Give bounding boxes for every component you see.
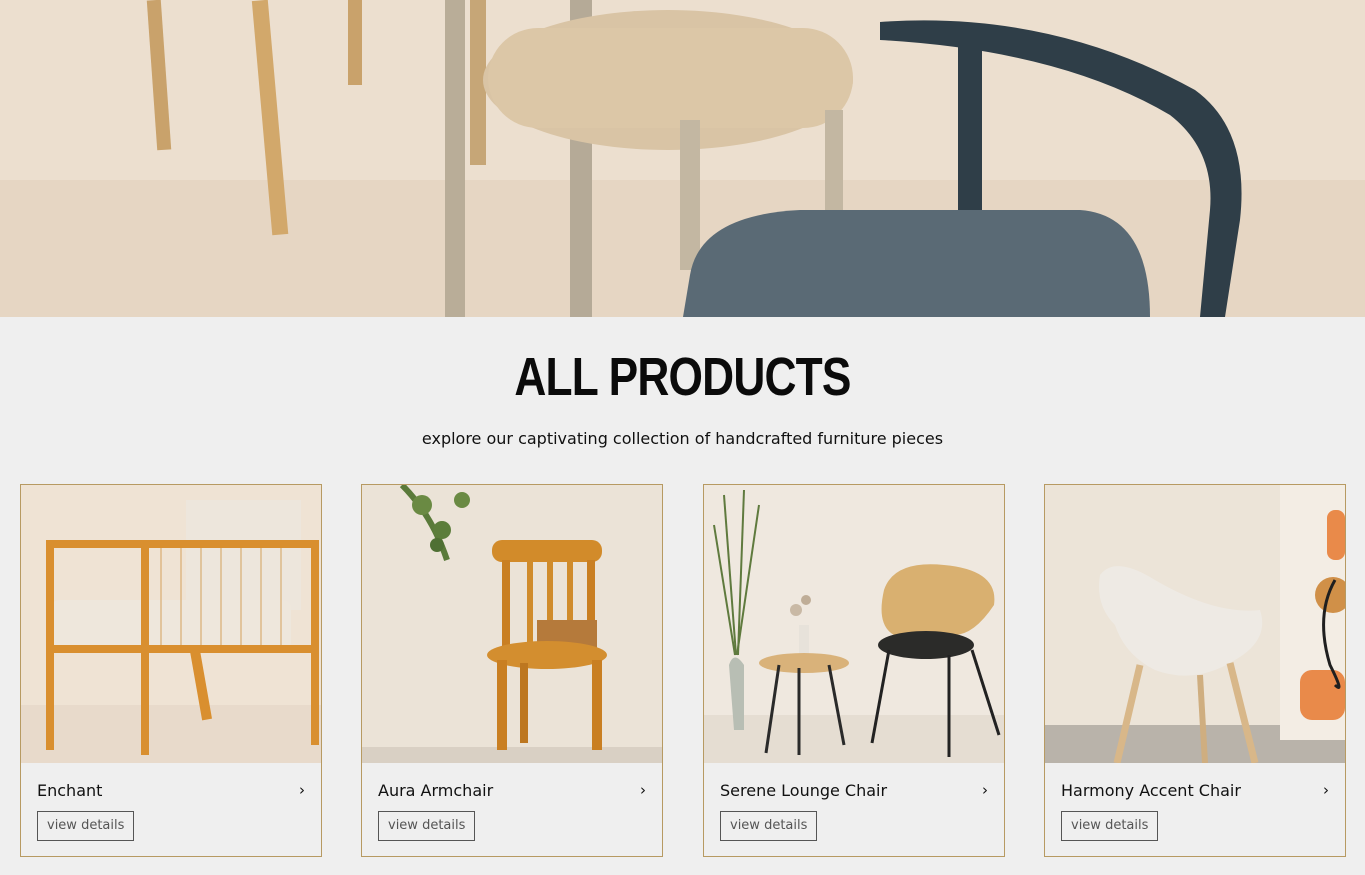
product-image-aura-armchair[interactable] [362, 485, 662, 763]
view-details-button[interactable]: view details [1061, 811, 1159, 841]
product-image-harmony-accent-chair[interactable] [1045, 485, 1345, 763]
product-image-serene-lounge-chair[interactable] [704, 485, 1004, 763]
view-details-button[interactable]: view details [378, 811, 476, 841]
chevron-right-icon[interactable]: › [1323, 781, 1329, 799]
product-grid: Enchant › view details Aura Armchair › v… [20, 484, 1346, 857]
product-name: Aura Armchair [378, 781, 494, 800]
product-card-aura-armchair[interactable]: Aura Armchair › view details [361, 484, 663, 857]
product-name: Enchant [37, 781, 103, 800]
chevron-right-icon[interactable]: › [982, 781, 988, 799]
product-name: Serene Lounge Chair [720, 781, 888, 800]
section-subtitle: explore our captivating collection of ha… [421, 429, 944, 448]
product-image-enchant[interactable] [21, 485, 321, 763]
hero-banner-image [0, 0, 1365, 317]
product-name: Harmony Accent Chair [1061, 781, 1241, 800]
section-title: ALL PRODUCTS [514, 347, 851, 407]
product-card-harmony-accent-chair[interactable]: Harmony Accent Chair › view details [1044, 484, 1346, 857]
chevron-right-icon[interactable]: › [299, 781, 305, 799]
product-card-serene-lounge-chair[interactable]: Serene Lounge Chair › view details [703, 484, 1005, 857]
product-card-enchant[interactable]: Enchant › view details [20, 484, 322, 857]
chevron-right-icon[interactable]: › [640, 781, 646, 799]
view-details-button[interactable]: view details [720, 811, 818, 841]
view-details-button[interactable]: view details [37, 811, 135, 841]
